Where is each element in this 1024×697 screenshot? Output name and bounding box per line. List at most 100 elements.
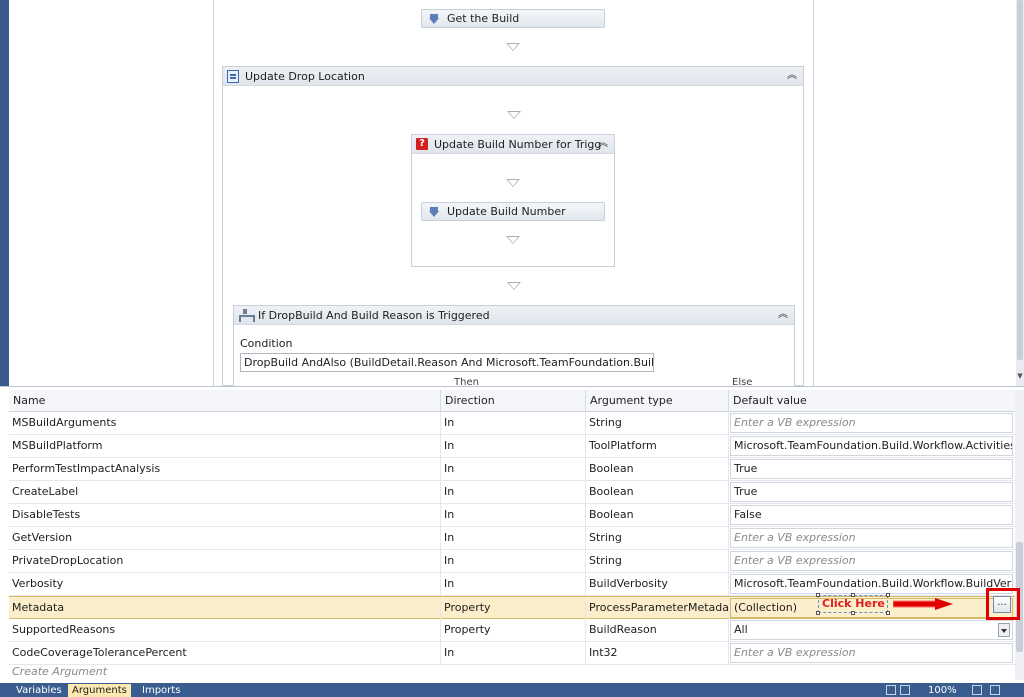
cell-direction[interactable]: In xyxy=(441,412,586,435)
cell-argument-type[interactable]: BuildVerbosity xyxy=(586,573,729,596)
cell-name-text: GetVersion xyxy=(12,531,73,544)
cell-argument-type[interactable]: Boolean xyxy=(586,481,729,504)
cell-direction[interactable]: In xyxy=(441,458,586,481)
cell-name[interactable]: MSBuildArguments xyxy=(9,412,441,435)
cell-default-value[interactable]: True xyxy=(730,459,1013,479)
activity-update-build-number[interactable]: Update Build Number xyxy=(421,202,605,221)
cell-argument-type[interactable]: ProcessParameterMetadataC xyxy=(586,597,729,620)
cell-name[interactable]: GetVersion xyxy=(9,527,441,550)
cell-argument-type[interactable]: String xyxy=(586,412,729,435)
sequence-header[interactable]: Update Drop Location ︽ xyxy=(223,67,803,86)
cell-name[interactable]: CodeCoverageTolerancePercent xyxy=(9,642,441,665)
cell-direction[interactable]: In xyxy=(441,504,586,527)
table-row[interactable]: CodeCoverageTolerancePercent In Int32 Enter… xyxy=(9,642,1015,665)
cell-direction[interactable]: In xyxy=(441,550,586,573)
table-row[interactable]: MSBuildArguments In String Enter a VB expre… xyxy=(9,412,1015,435)
cell-name-text: Metadata xyxy=(12,601,65,614)
zoom-icon[interactable] xyxy=(900,685,910,695)
cell-default-value[interactable]: True xyxy=(730,482,1013,502)
condition-input[interactable]: DropBuild AndAlso (BuildDetail.Reason An… xyxy=(240,353,654,372)
cell-default-value[interactable]: False xyxy=(730,505,1013,525)
cell-direction[interactable]: In xyxy=(441,573,586,596)
cell-argument-type[interactable]: String xyxy=(586,527,729,550)
flow-connector-arrow xyxy=(506,43,520,51)
column-header-argument-type[interactable]: Argument type xyxy=(586,390,729,412)
create-argument-link[interactable]: Create Argument xyxy=(12,665,107,678)
collapse-icon[interactable]: ︽ xyxy=(787,69,797,83)
cell-default-value[interactable]: Enter a VB expression xyxy=(730,413,1013,433)
condition-label: Condition xyxy=(240,337,293,350)
cell-default-value-text: (Collection) xyxy=(734,601,797,614)
table-row[interactable]: MSBuildPlatform In ToolPlatform Microsoft.T… xyxy=(9,435,1015,458)
if-update-build-number-for-trigger[interactable]: ? Update Build Number for Trigg ︽ Update… xyxy=(411,134,615,267)
table-row[interactable]: GetVersion In String Enter a VB expression xyxy=(9,527,1015,550)
cell-default-value[interactable]: All xyxy=(730,620,1013,640)
tab-arguments[interactable]: Arguments xyxy=(68,684,131,697)
workflow-designer[interactable]: Get the Build Update Drop Location ︽ ? U… xyxy=(0,0,1024,386)
zoom-level[interactable]: 100% xyxy=(928,684,957,697)
collapse-icon[interactable]: ︽ xyxy=(598,137,608,151)
activity-get-the-build[interactable]: Get the Build xyxy=(421,9,605,28)
tab-imports[interactable]: Imports xyxy=(138,684,184,697)
sequence-update-drop-location[interactable]: Update Drop Location ︽ ? Update Build Nu… xyxy=(222,66,804,386)
table-row[interactable]: DisableTests In Boolean False xyxy=(9,504,1015,527)
cell-default-value[interactable]: Enter a VB expression xyxy=(730,551,1013,571)
cell-default-value[interactable]: Microsoft.TeamFoundation.Build.Workflow.… xyxy=(730,436,1013,456)
overview-icon[interactable] xyxy=(990,685,1000,695)
cell-direction[interactable]: In xyxy=(441,481,586,504)
pan-icon[interactable] xyxy=(886,685,896,695)
cell-argument-type[interactable]: Int32 xyxy=(586,642,729,665)
grid-vertical-scrollbar[interactable] xyxy=(1015,390,1024,680)
cell-default-value[interactable]: Enter a VB expression xyxy=(730,643,1013,663)
cell-direction[interactable]: In xyxy=(441,642,586,665)
cell-name[interactable]: Metadata xyxy=(9,597,441,620)
scroll-down-icon[interactable]: ▼ xyxy=(1016,372,1024,382)
cell-argument-type-text: Int32 xyxy=(589,646,618,659)
cell-argument-type[interactable]: String xyxy=(586,550,729,573)
cell-name[interactable]: DisableTests xyxy=(9,504,441,527)
cell-name[interactable]: MSBuildPlatform xyxy=(9,435,441,458)
scrollbar-thumb[interactable] xyxy=(1017,0,1023,360)
cell-default-value[interactable]: Enter a VB expression xyxy=(730,528,1013,548)
arguments-panel[interactable]: Name Direction Argument type Default val… xyxy=(0,386,1024,683)
cell-default-value-text: Enter a VB expression xyxy=(734,531,856,544)
cell-default-value-text: Microsoft.TeamFoundation.Build.Workflow.… xyxy=(734,577,1013,590)
cell-direction-text: In xyxy=(444,485,455,498)
cell-name[interactable]: Verbosity xyxy=(9,573,441,596)
canvas-left-border xyxy=(213,0,214,386)
cell-default-value[interactable]: Microsoft.TeamFoundation.Build.Workflow.… xyxy=(730,574,1013,594)
cell-name[interactable]: CreateLabel xyxy=(9,481,441,504)
cell-direction[interactable]: In xyxy=(441,527,586,550)
cell-argument-type[interactable]: BuildReason xyxy=(586,619,729,642)
cell-direction[interactable]: In xyxy=(441,435,586,458)
cell-name[interactable]: SupportedReasons xyxy=(9,619,441,642)
cell-argument-type[interactable]: Boolean xyxy=(586,458,729,481)
chevron-down-icon[interactable] xyxy=(998,623,1010,637)
table-row[interactable]: CreateLabel In Boolean True xyxy=(9,481,1015,504)
cell-argument-type[interactable]: ToolPlatform xyxy=(586,435,729,458)
cell-name[interactable]: PrivateDropLocation xyxy=(9,550,441,573)
tab-variables[interactable]: Variables xyxy=(12,684,66,697)
cell-direction[interactable]: Property xyxy=(441,619,586,642)
invoke-activity-icon xyxy=(428,13,440,25)
fit-to-screen-icon[interactable] xyxy=(972,685,982,695)
cell-argument-type-text: Boolean xyxy=(589,508,634,521)
cell-argument-type-text: BuildReason xyxy=(589,623,657,636)
cell-name-text: CreateLabel xyxy=(12,485,79,498)
column-header-default-value[interactable]: Default value xyxy=(729,390,1015,412)
cell-name[interactable]: PerformTestImpactAnalysis xyxy=(9,458,441,481)
table-row[interactable]: PrivateDropLocation In String Enter a VB ex… xyxy=(9,550,1015,573)
table-row[interactable]: PerformTestImpactAnalysis In Boolean True xyxy=(9,458,1015,481)
if-dropbuild-triggered[interactable]: If DropBuild And Build Reason is Trigger… xyxy=(233,305,795,386)
cell-argument-type-text: ProcessParameterMetadataC xyxy=(589,601,729,614)
table-row[interactable]: SupportedReasons Property BuildReason All xyxy=(9,619,1015,642)
designer-vertical-scrollbar[interactable] xyxy=(1016,0,1024,386)
cell-direction[interactable]: Property xyxy=(441,597,586,620)
column-header-name[interactable]: Name xyxy=(9,390,441,412)
collapse-icon[interactable]: ︽ xyxy=(778,308,788,322)
if-header[interactable]: If DropBuild And Build Reason is Trigger… xyxy=(234,306,794,325)
cell-argument-type[interactable]: Boolean xyxy=(586,504,729,527)
table-row[interactable]: Verbosity In BuildVerbosity Microsoft.TeamF… xyxy=(9,573,1015,596)
column-header-direction[interactable]: Direction xyxy=(441,390,586,412)
if-header[interactable]: ? Update Build Number for Trigg ︽ xyxy=(412,135,614,154)
